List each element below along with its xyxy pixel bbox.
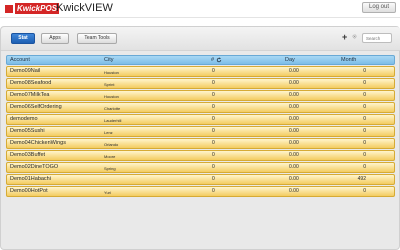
city-cell: Charlotte xyxy=(104,106,121,112)
account-cell: Demo03Buffet xyxy=(10,152,46,159)
app-title: KwickVIEW xyxy=(56,2,113,14)
count-cell: 0 xyxy=(212,140,215,147)
count-cell: 0 xyxy=(212,116,215,123)
month-cell: 0 xyxy=(363,68,366,75)
count-cell: 0 xyxy=(212,164,215,171)
day-cell: 0.00 xyxy=(289,152,299,159)
account-cell: Demo09Nail xyxy=(10,68,41,75)
stat-tab-button[interactable]: Stat xyxy=(11,33,35,44)
count-cell: 0 xyxy=(212,92,215,99)
account-cell: Demo01Habachi xyxy=(10,176,51,183)
count-cell: 0 xyxy=(212,80,215,87)
main-panel: Stat Apps Team Tools + Account City # Da… xyxy=(0,26,400,250)
count-cell: 0 xyxy=(212,152,215,159)
month-cell: 0 xyxy=(363,116,366,123)
table-row[interactable]: Demo09Nail Houston 0 0.00 0 xyxy=(6,66,395,77)
account-cell: Demo02DineTOGO xyxy=(10,164,59,171)
account-cell: Demo07MilkTea xyxy=(10,92,50,99)
city-cell: Moore xyxy=(104,154,116,160)
column-header-city[interactable]: City xyxy=(104,56,113,65)
top-bar: KwickPOS KwickVIEW Log out xyxy=(0,0,400,18)
toolbar: Stat Apps Team Tools + xyxy=(1,27,400,51)
month-cell: 0 xyxy=(363,80,366,87)
apps-tab-button[interactable]: Apps xyxy=(41,33,69,44)
table-row[interactable]: Demo02DineTOGO Spring 0 0.00 0 xyxy=(6,162,395,173)
city-cell: Houston xyxy=(104,70,119,76)
count-cell: 0 xyxy=(212,176,215,183)
logo-mark-icon xyxy=(5,4,13,13)
table-row[interactable]: Demo07MilkTea Houston 0 0.00 0 xyxy=(6,90,395,101)
day-cell: 0.00 xyxy=(289,164,299,171)
search-input[interactable] xyxy=(362,33,392,43)
count-cell: 0 xyxy=(212,104,215,111)
city-cell: Yuri xyxy=(104,190,111,196)
table-row[interactable]: Demo08Seafood Sprint 0 0.00 0 xyxy=(6,78,395,89)
kwickpos-logo: KwickPOS xyxy=(5,3,60,14)
team-tools-button[interactable]: Team Tools xyxy=(77,33,117,44)
account-cell: Demo08Seafood xyxy=(10,80,52,87)
table-row[interactable]: Demo05Sushi Lenz 0 0.00 0 xyxy=(6,126,395,137)
month-cell: 0 xyxy=(363,104,366,111)
city-cell: Houston xyxy=(104,94,119,100)
logo-text: KwickPOS xyxy=(15,3,60,14)
account-cell: Demo04ChickenWings xyxy=(10,140,66,147)
count-cell: 0 xyxy=(212,188,215,195)
month-cell: 0 xyxy=(363,188,366,195)
account-cell: Demo06SelfOrdering xyxy=(10,104,62,111)
app-window: KwickPOS KwickVIEW Log out Stat Apps Tea… xyxy=(0,0,400,250)
gear-icon[interactable] xyxy=(352,34,357,39)
day-cell: 0.00 xyxy=(289,176,299,183)
day-cell: 0.00 xyxy=(289,80,299,87)
table-row[interactable]: demodemo Lauderhill 0 0.00 0 xyxy=(6,114,395,125)
month-cell: 0 xyxy=(363,152,366,159)
city-cell: Lenz xyxy=(104,130,113,136)
city-cell: Lauderhill xyxy=(104,118,122,124)
column-header-day[interactable]: Day xyxy=(285,56,295,65)
column-header-account[interactable]: Account xyxy=(10,56,30,65)
count-cell: 0 xyxy=(212,68,215,75)
table-row[interactable]: Demo00HotPot Yuri 0 0.00 0 xyxy=(6,186,395,197)
table-header-row: Account City # Day Month xyxy=(6,55,395,65)
table-row[interactable]: Demo04ChickenWings Orlando 0 0.00 0 xyxy=(6,138,395,149)
logout-button[interactable]: Log out xyxy=(362,2,396,13)
accounts-table: Account City # Day Month Demo09Nail Houst… xyxy=(6,55,395,197)
month-cell: 0 xyxy=(363,92,366,99)
plus-icon[interactable]: + xyxy=(342,32,347,42)
month-cell: 0 xyxy=(363,164,366,171)
day-cell: 0.00 xyxy=(289,188,299,195)
table-row[interactable]: Demo06SelfOrdering Charlotte 0 0.00 0 xyxy=(6,102,395,113)
day-cell: 0.00 xyxy=(289,68,299,75)
city-cell: Sprint xyxy=(104,82,115,88)
count-cell: 0 xyxy=(212,128,215,135)
month-cell: 0 xyxy=(363,140,366,147)
table-body: Demo09Nail Houston 0 0.00 0 Demo08Seafood Spri… xyxy=(6,66,395,197)
account-cell: Demo05Sushi xyxy=(10,128,45,135)
refresh-icon[interactable] xyxy=(216,57,222,63)
day-cell: 0.00 xyxy=(289,104,299,111)
month-cell: 492 xyxy=(357,176,366,183)
city-cell: Spring xyxy=(104,166,116,172)
column-header-month[interactable]: Month xyxy=(341,56,356,65)
day-cell: 0.00 xyxy=(289,92,299,99)
day-cell: 0.00 xyxy=(289,140,299,147)
account-cell: demodemo xyxy=(10,116,38,123)
day-cell: 0.00 xyxy=(289,116,299,123)
column-header-count[interactable]: # xyxy=(211,56,214,65)
city-cell: Orlando xyxy=(104,142,119,148)
table-row[interactable]: Demo03Buffet Moore 0 0.00 0 xyxy=(6,150,395,161)
month-cell: 0 xyxy=(363,128,366,135)
account-cell: Demo00HotPot xyxy=(10,188,48,195)
table-row[interactable]: Demo01Habachi 0 0.00 492 xyxy=(6,174,395,185)
day-cell: 0.00 xyxy=(289,128,299,135)
